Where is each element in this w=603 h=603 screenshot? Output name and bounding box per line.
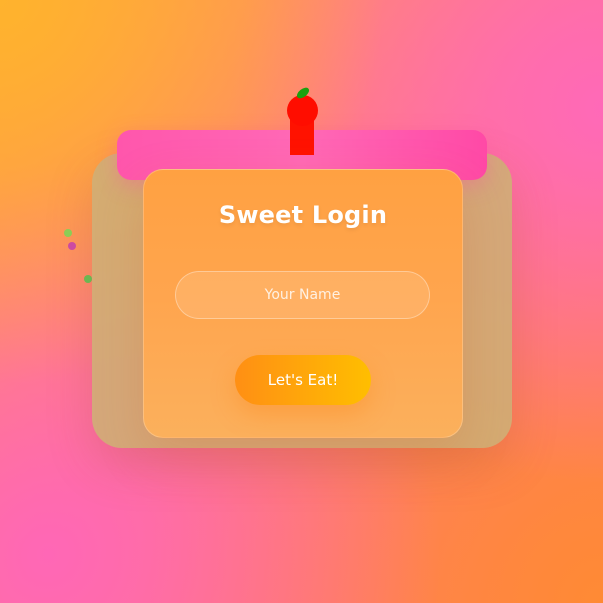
cherry-icon: [287, 95, 318, 126]
sprinkle-dot: [68, 242, 76, 250]
sprinkle-dot: [84, 275, 92, 283]
name-input[interactable]: [175, 271, 430, 319]
lets-eat-button[interactable]: Let's Eat!: [235, 355, 371, 405]
login-card: Sweet Login Let's Eat!: [143, 169, 463, 438]
login-title: Sweet Login: [218, 201, 388, 229]
sprinkle-dot: [64, 229, 72, 237]
